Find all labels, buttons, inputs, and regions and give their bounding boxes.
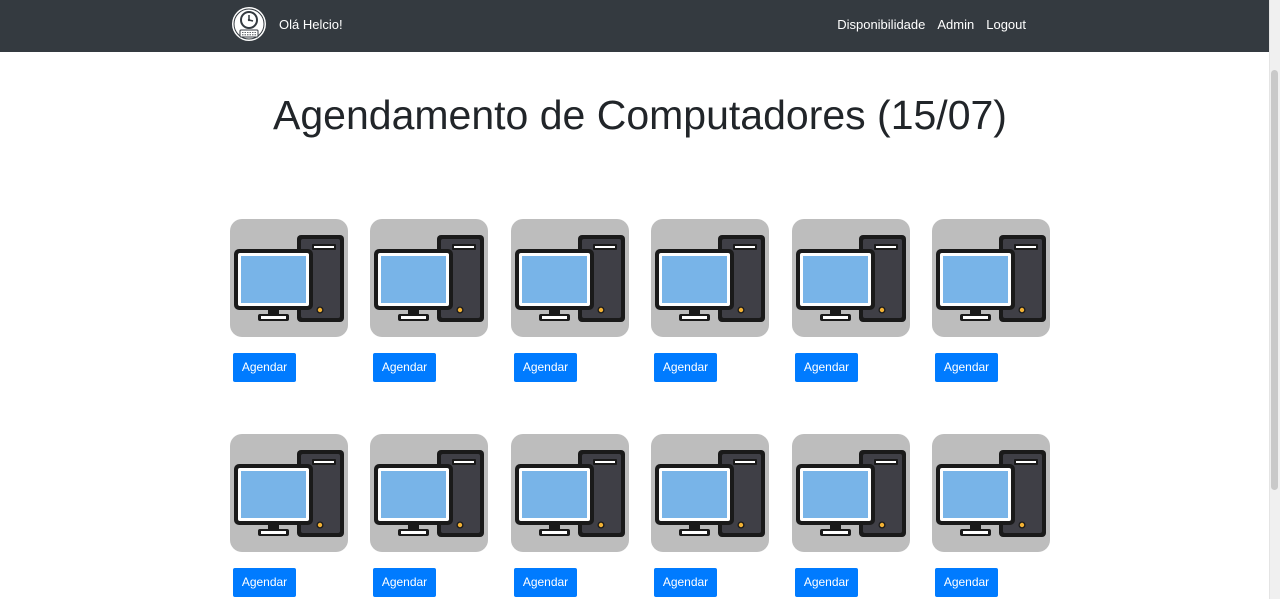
- computer-icon: [792, 434, 910, 552]
- computer-card: Agendar: [230, 219, 348, 382]
- scrollbar[interactable]: [1269, 0, 1280, 599]
- agendar-button[interactable]: Agendar: [654, 568, 717, 597]
- computer-card: Agendar: [651, 219, 769, 382]
- computer-card: Agendar: [792, 219, 910, 382]
- agendar-button[interactable]: Agendar: [795, 353, 858, 382]
- computer-card: Agendar: [230, 434, 348, 597]
- agendar-button[interactable]: Agendar: [373, 353, 436, 382]
- computer-icon: [651, 434, 769, 552]
- computer-card: Agendar: [370, 434, 488, 597]
- computer-icon: [792, 219, 910, 337]
- agendar-button[interactable]: Agendar: [373, 568, 436, 597]
- computer-card: Agendar: [932, 434, 1050, 597]
- computer-icon: [932, 219, 1050, 337]
- computer-card: Agendar: [370, 219, 488, 382]
- agendar-button[interactable]: Agendar: [233, 353, 296, 382]
- nav-links: Disponibilidade Admin Logout: [825, 17, 1026, 33]
- agendar-button[interactable]: Agendar: [514, 353, 577, 382]
- computer-icon: [230, 219, 348, 337]
- page-title: Agendamento de Computadores (15/07): [273, 92, 1007, 138]
- nav-link-admin[interactable]: Admin: [937, 17, 974, 33]
- computer-icon: [230, 434, 348, 552]
- computer-card: Agendar: [511, 219, 629, 382]
- greeting-text[interactable]: Olá Helcio!: [279, 17, 343, 33]
- computer-icon: [511, 219, 629, 337]
- computer-icon: [511, 434, 629, 552]
- computer-icon: [932, 434, 1050, 552]
- nav-link-disponibilidade[interactable]: Disponibilidade: [837, 17, 925, 33]
- agendar-button[interactable]: Agendar: [514, 568, 577, 597]
- computer-card: Agendar: [511, 434, 629, 597]
- computer-icon: [370, 434, 488, 552]
- computer-card: Agendar: [651, 434, 769, 597]
- computer-card: Agendar: [792, 434, 910, 597]
- clock-logo-icon[interactable]: [231, 6, 267, 42]
- agendar-button[interactable]: Agendar: [233, 568, 296, 597]
- page: Olá Helcio! Disponibilidade Admin Logout…: [0, 0, 1280, 599]
- computer-grid: Agendar Agendar Agendar Agendar Agendar Agend…: [230, 219, 1050, 599]
- computer-icon: [651, 219, 769, 337]
- agendar-button[interactable]: Agendar: [935, 353, 998, 382]
- agendar-button[interactable]: Agendar: [795, 568, 858, 597]
- computer-icon: [370, 219, 488, 337]
- agendar-button[interactable]: Agendar: [935, 568, 998, 597]
- top-navbar: Olá Helcio! Disponibilidade Admin Logout: [0, 0, 1269, 52]
- computer-card: Agendar: [932, 219, 1050, 382]
- scrollbar-thumb[interactable]: [1271, 70, 1278, 490]
- nav-link-logout[interactable]: Logout: [986, 17, 1026, 33]
- agendar-button[interactable]: Agendar: [654, 353, 717, 382]
